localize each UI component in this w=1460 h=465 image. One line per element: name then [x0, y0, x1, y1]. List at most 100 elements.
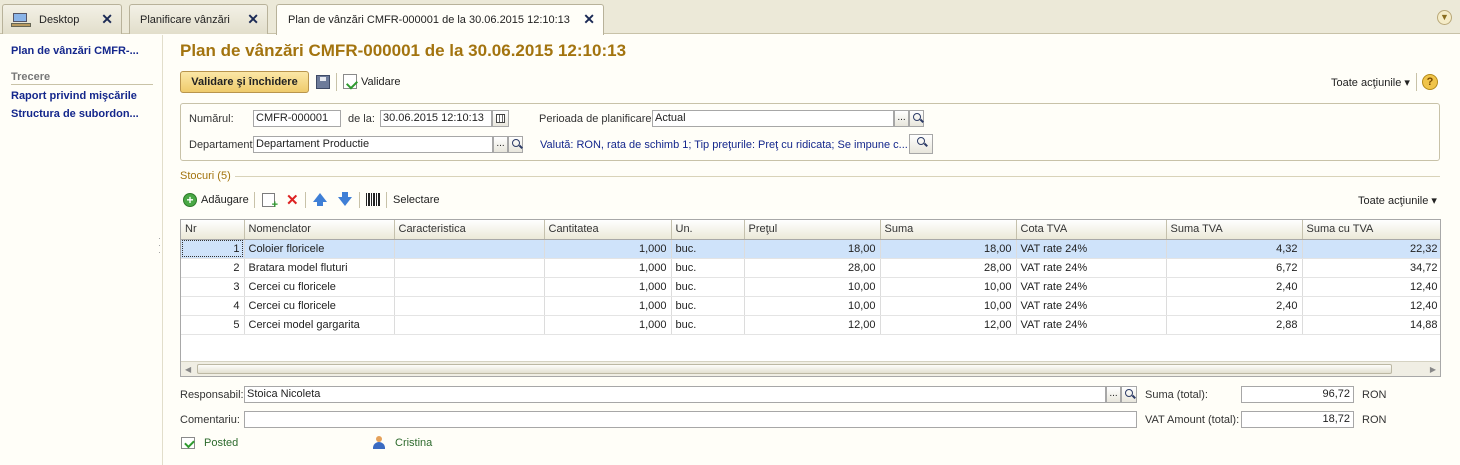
- cell-total[interactable]: 12,40: [1302, 296, 1440, 316]
- currency-info-link[interactable]: Valută: RON, rata de schimb 1; Tip preţu…: [540, 139, 908, 151]
- cell-item[interactable]: Bratara model fluturi: [244, 258, 395, 278]
- close-icon[interactable]: ✕: [101, 12, 113, 26]
- table-row[interactable]: 4 Cercei cu floricele 1,000 buc. 10,00 1…: [181, 296, 1440, 316]
- move-up-icon[interactable]: [313, 193, 327, 206]
- department-select-button[interactable]: ...: [493, 136, 508, 153]
- cell-item[interactable]: Cercei cu floricele: [244, 296, 395, 316]
- add-button[interactable]: Adăugare: [201, 194, 249, 206]
- sidebar-item-movements-report[interactable]: Raport privind mişcările: [11, 90, 137, 102]
- calendar-icon[interactable]: [492, 110, 509, 127]
- cell-vat-sum[interactable]: 2,40: [1166, 277, 1303, 297]
- chevron-down-icon[interactable]: ▼: [1437, 10, 1452, 25]
- sidebar-item-main[interactable]: Plan de vânzări CMFR-...: [11, 45, 139, 57]
- splitter-handle[interactable]: · · ·: [158, 234, 161, 257]
- column-header-price[interactable]: Preţul: [744, 220, 881, 240]
- date-field[interactable]: 30.06.2015 12:10:13: [380, 110, 492, 127]
- sidebar-item-subordination-structure[interactable]: Structura de subordon...: [11, 108, 139, 120]
- close-icon[interactable]: ✕: [247, 12, 259, 26]
- cell-sum[interactable]: 10,00: [880, 277, 1017, 297]
- cell-characteristic[interactable]: [394, 258, 545, 278]
- number-field[interactable]: CMFR-000001: [253, 110, 341, 127]
- cell-price[interactable]: 10,00: [744, 277, 881, 297]
- cell-sum[interactable]: 12,00: [880, 315, 1017, 335]
- period-select-button[interactable]: ...: [894, 110, 909, 127]
- search-icon[interactable]: [909, 110, 924, 127]
- column-header-sum[interactable]: Suma: [880, 220, 1017, 240]
- cell-item[interactable]: Coloier floricele: [244, 239, 395, 259]
- cell-price[interactable]: 18,00: [744, 239, 881, 259]
- cell-total[interactable]: 14,88: [1302, 315, 1440, 335]
- move-down-icon[interactable]: [338, 192, 352, 206]
- table-row[interactable]: 3 Cercei cu floricele 1,000 buc. 10,00 1…: [181, 277, 1440, 297]
- cell-price[interactable]: 12,00: [744, 315, 881, 335]
- tab-desktop[interactable]: Desktop ✕: [2, 4, 122, 34]
- cell-vat-sum[interactable]: 2,88: [1166, 315, 1303, 335]
- cell-quantity[interactable]: 1,000: [544, 277, 672, 297]
- department-field[interactable]: Departament Productie: [253, 136, 493, 153]
- post-document-icon[interactable]: [343, 74, 357, 89]
- cell-unit[interactable]: buc.: [671, 315, 745, 335]
- horizontal-scrollbar[interactable]: ◀ ▶: [181, 361, 1440, 376]
- cell-vat-sum[interactable]: 4,32: [1166, 239, 1303, 259]
- delete-icon[interactable]: ✕: [286, 191, 299, 209]
- cell-total[interactable]: 34,72: [1302, 258, 1440, 278]
- cell-characteristic[interactable]: [394, 277, 545, 297]
- responsible-field[interactable]: Stoica Nicoleta: [244, 386, 1106, 403]
- search-icon[interactable]: [508, 136, 523, 153]
- cell-total[interactable]: 22,32: [1302, 239, 1440, 259]
- stock-all-actions-menu[interactable]: Toate acţiunile ▾: [1358, 194, 1437, 207]
- close-icon[interactable]: ✕: [583, 12, 595, 26]
- cell-unit[interactable]: buc.: [671, 296, 745, 316]
- cell-characteristic[interactable]: [394, 296, 545, 316]
- cell-nr[interactable]: 4: [181, 296, 245, 316]
- column-header-total[interactable]: Suma cu TVA: [1302, 220, 1440, 240]
- column-header-vat-sum[interactable]: Suma TVA: [1166, 220, 1303, 240]
- cell-vat-rate[interactable]: VAT rate 24%: [1016, 296, 1167, 316]
- cell-sum[interactable]: 10,00: [880, 296, 1017, 316]
- validate-and-close-button[interactable]: Validare şi închidere: [180, 71, 309, 93]
- cell-unit[interactable]: buc.: [671, 277, 745, 297]
- cell-nr[interactable]: 3: [181, 277, 245, 297]
- cell-quantity[interactable]: 1,000: [544, 239, 672, 259]
- cell-quantity[interactable]: 1,000: [544, 296, 672, 316]
- tab-sales-planning[interactable]: Planificare vânzări ✕: [129, 4, 268, 34]
- column-header-characteristic[interactable]: Caracteristica: [394, 220, 545, 240]
- cell-item[interactable]: Cercei cu floricele: [244, 277, 395, 297]
- cell-nr[interactable]: 5: [181, 315, 245, 335]
- search-icon[interactable]: [1121, 386, 1137, 403]
- scroll-right-icon[interactable]: ▶: [1430, 365, 1436, 374]
- cell-vat-rate[interactable]: VAT rate 24%: [1016, 277, 1167, 297]
- cell-vat-rate[interactable]: VAT rate 24%: [1016, 239, 1167, 259]
- cell-item[interactable]: Cercei model gargarita: [244, 315, 395, 335]
- cell-vat-sum[interactable]: 6,72: [1166, 258, 1303, 278]
- select-button[interactable]: Selectare: [393, 194, 439, 206]
- column-header-vat-rate[interactable]: Cota TVA: [1016, 220, 1167, 240]
- help-icon[interactable]: ?: [1422, 74, 1438, 90]
- tab-sales-plan-document[interactable]: Plan de vânzări CMFR-000001 de la 30.06.…: [276, 4, 604, 35]
- validate-button[interactable]: Validare: [361, 76, 401, 88]
- cell-nr[interactable]: 1: [181, 239, 245, 259]
- cell-sum[interactable]: 18,00: [880, 239, 1017, 259]
- cell-quantity[interactable]: 1,000: [544, 258, 672, 278]
- table-row[interactable]: 5 Cercei model gargarita 1,000 buc. 12,0…: [181, 315, 1440, 335]
- scroll-left-icon[interactable]: ◀: [185, 365, 191, 374]
- column-header-quantity[interactable]: Cantitatea: [544, 220, 672, 240]
- column-header-unit[interactable]: Un.: [671, 220, 745, 240]
- column-header-nr[interactable]: Nr: [181, 220, 245, 240]
- period-field[interactable]: Actual: [652, 110, 894, 127]
- table-row[interactable]: 1 Coloier floricele 1,000 buc. 18,00 18,…: [181, 239, 1440, 259]
- all-actions-menu[interactable]: Toate acţiunile ▾: [1331, 76, 1410, 89]
- save-icon[interactable]: [316, 75, 330, 89]
- cell-characteristic[interactable]: [394, 315, 545, 335]
- copy-add-icon[interactable]: [262, 193, 278, 211]
- cell-nr[interactable]: 2: [181, 258, 245, 278]
- cell-price[interactable]: 28,00: [744, 258, 881, 278]
- cell-vat-rate[interactable]: VAT rate 24%: [1016, 258, 1167, 278]
- cell-price[interactable]: 10,00: [744, 296, 881, 316]
- cell-unit[interactable]: buc.: [671, 239, 745, 259]
- cell-vat-sum[interactable]: 2,40: [1166, 296, 1303, 316]
- column-header-item[interactable]: Nomenclator: [244, 220, 395, 240]
- cell-vat-rate[interactable]: VAT rate 24%: [1016, 315, 1167, 335]
- table-row[interactable]: 2 Bratara model fluturi 1,000 buc. 28,00…: [181, 258, 1440, 278]
- cell-unit[interactable]: buc.: [671, 258, 745, 278]
